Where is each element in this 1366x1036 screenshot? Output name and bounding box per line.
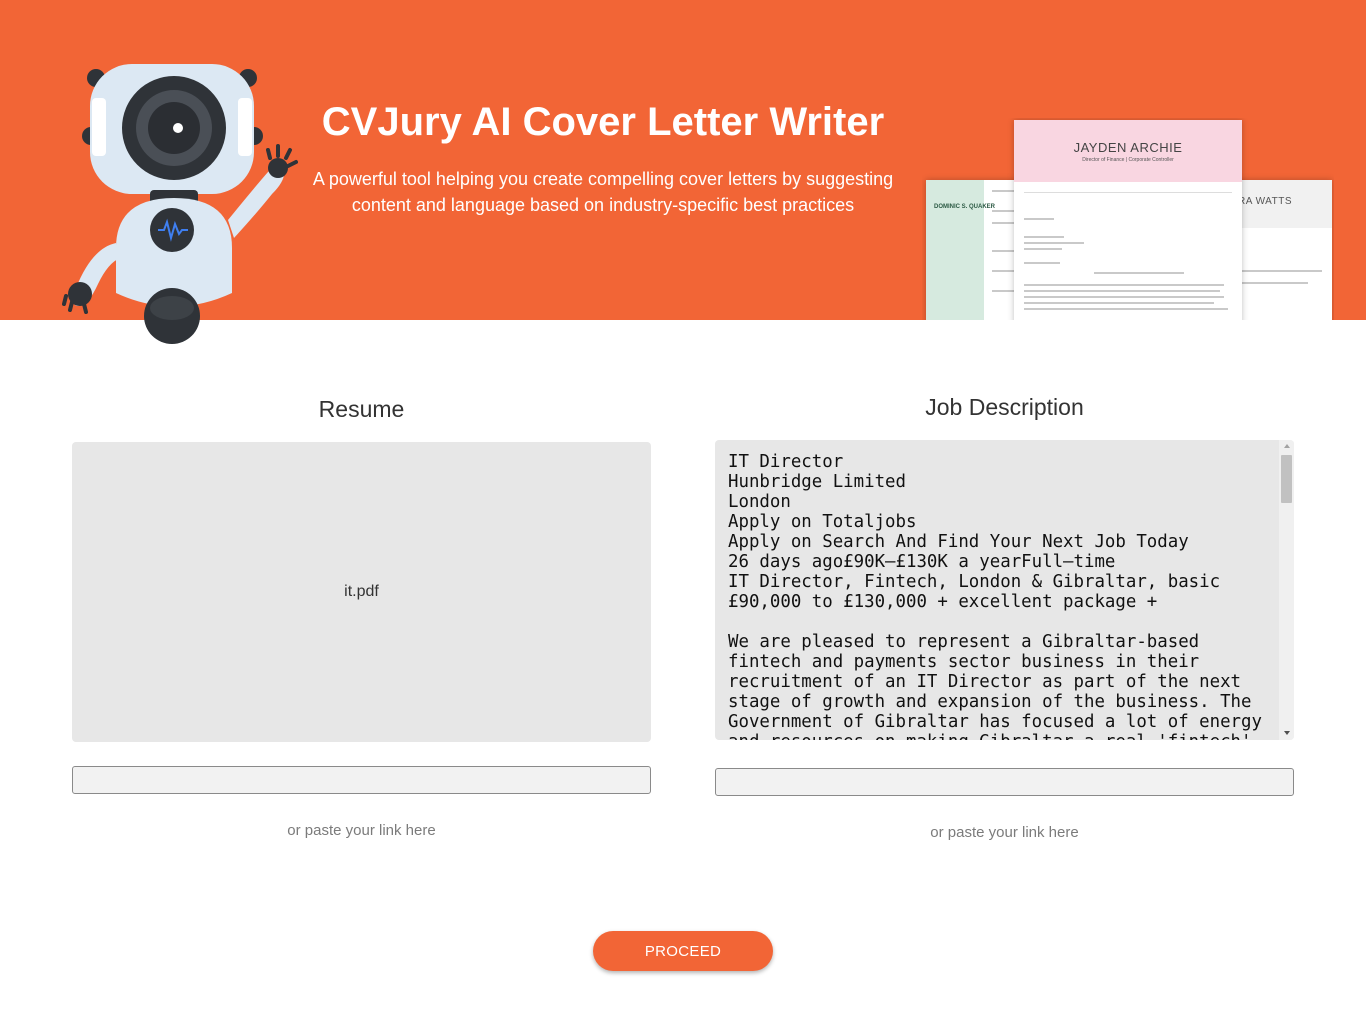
job-description-scrollbar[interactable] xyxy=(1279,440,1294,740)
resume-link-hint: or paste your link here xyxy=(287,822,436,839)
job-description-heading: Job Description xyxy=(925,394,1084,420)
scroll-down-icon[interactable] xyxy=(1284,731,1290,735)
page-subtitle: A powerful tool helping you create compe… xyxy=(312,169,894,215)
scrollbar-thumb[interactable] xyxy=(1281,455,1292,503)
page-title: CVJury AI Cover Letter Writer xyxy=(321,100,885,144)
sample-letter-right-name: RA WATTS xyxy=(1238,196,1292,207)
robot-mascot-icon xyxy=(62,64,298,344)
resume-link-input[interactable] xyxy=(72,766,651,794)
resume-file-name: it.pdf xyxy=(344,583,379,600)
job-link-input[interactable] xyxy=(715,768,1294,796)
sample-letter-main-name: JAYDEN ARCHIE xyxy=(1073,140,1183,155)
scroll-up-icon[interactable] xyxy=(1284,444,1290,448)
sample-cover-letters-image: DOMINIC S. QUAKER RA WATTS JAYDEN ARCHIE… xyxy=(922,118,1334,320)
hero-banner: CVJury AI Cover Letter Writer A powerful… xyxy=(0,0,1366,344)
job-description-text[interactable]: IT Director Hunbridge Limited London App… xyxy=(728,452,1278,740)
sample-letter-main: JAYDEN ARCHIE Director of Finance | Corp… xyxy=(1014,120,1242,320)
sample-letter-main-role: Director of Finance | Corporate Controll… xyxy=(1082,157,1174,163)
resume-dropzone[interactable]: it.pdf xyxy=(72,442,651,742)
job-description-textarea[interactable]: IT Director Hunbridge Limited London App… xyxy=(715,440,1294,740)
resume-heading: Resume xyxy=(318,396,405,422)
proceed-button[interactable]: PROCEED xyxy=(593,931,773,971)
sample-letter-left-name: DOMINIC S. QUAKER xyxy=(934,204,996,210)
job-link-hint: or paste your link here xyxy=(930,824,1079,841)
